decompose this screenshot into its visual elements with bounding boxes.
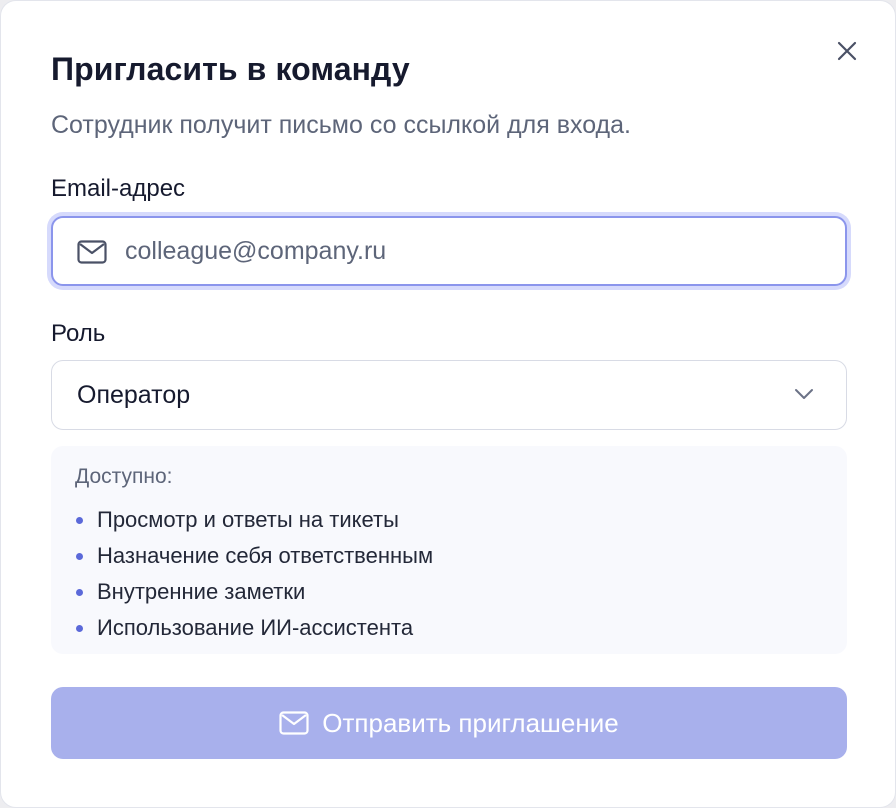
bullet-icon	[76, 552, 83, 560]
close-icon	[837, 41, 857, 61]
invite-dialog: Пригласить в команду Сотрудник получит п…	[0, 0, 896, 808]
bullet-icon	[76, 588, 83, 596]
mail-icon	[279, 711, 309, 735]
dialog-subtitle: Сотрудник получит письмо со ссылкой для …	[51, 111, 631, 139]
permission-text: Назначение себя ответственным	[97, 543, 434, 568]
permissions-title: Доступно:	[75, 465, 173, 488]
close-button[interactable]	[829, 33, 865, 69]
permissions-panel: Доступно: Просмотр и ответы на тикеты На…	[51, 446, 847, 654]
role-selected-value: Оператор	[77, 381, 191, 409]
permission-text: Просмотр и ответы на тикеты	[97, 507, 399, 532]
email-field[interactable]	[51, 216, 847, 286]
email-label: Email-адрес	[51, 175, 186, 202]
role-label: Роль	[51, 320, 106, 347]
email-input[interactable]	[125, 218, 825, 284]
list-item: Внутренние заметки	[75, 574, 433, 610]
chevron-down-icon	[795, 389, 813, 399]
send-invite-button[interactable]: Отправить приглашение	[51, 687, 847, 759]
mail-icon	[77, 240, 107, 264]
list-item: Просмотр и ответы на тикеты	[75, 502, 433, 538]
role-select[interactable]: Оператор	[51, 360, 847, 430]
bullet-icon	[76, 516, 83, 524]
permission-text: Внутренние заметки	[97, 579, 306, 604]
send-invite-label: Отправить приглашение	[322, 707, 619, 738]
bullet-icon	[76, 624, 83, 632]
list-item: Назначение себя ответственным	[75, 538, 433, 574]
permission-text: Использование ИИ-ассистента	[97, 615, 414, 640]
permissions-list: Просмотр и ответы на тикеты Назначение с…	[75, 502, 433, 646]
list-item: Использование ИИ-ассистента	[75, 610, 433, 646]
dialog-title: Пригласить в команду	[51, 51, 410, 87]
